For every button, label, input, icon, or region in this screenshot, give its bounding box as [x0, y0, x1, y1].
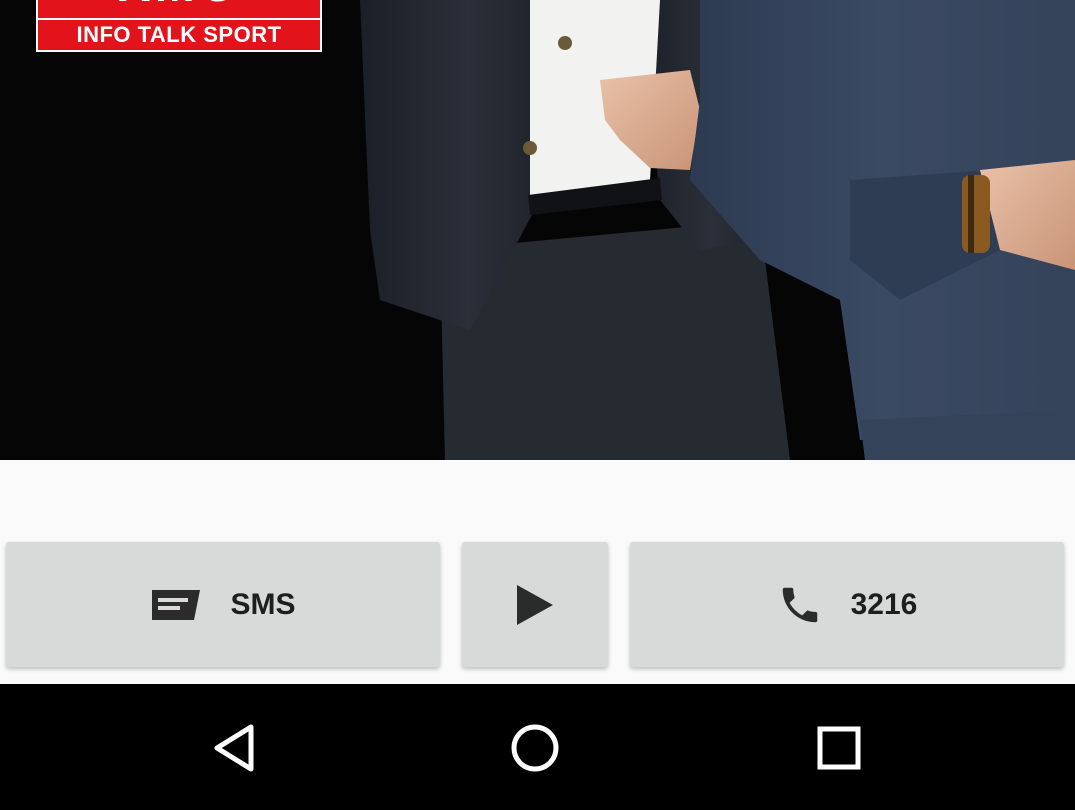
play-button[interactable] — [462, 542, 608, 667]
sms-label: SMS — [230, 587, 296, 621]
sms-button[interactable]: SMS — [6, 542, 440, 667]
rmc-logo: RMC INFO TALK SPORT — [36, 0, 322, 52]
message-icon — [150, 588, 202, 622]
presenters-photo — [0, 0, 1075, 460]
home-button[interactable] — [507, 720, 563, 776]
logo-tagline: INFO TALK SPORT — [38, 18, 320, 50]
system-nav-bar — [0, 684, 1075, 810]
action-bar: SMS 3216 — [0, 460, 1075, 684]
call-label: 3216 — [850, 587, 918, 621]
back-icon — [211, 723, 257, 773]
logo-brand: RMC — [38, 0, 320, 13]
recents-button[interactable] — [811, 720, 867, 776]
phone-icon — [777, 582, 823, 628]
play-icon — [515, 583, 555, 627]
back-button[interactable] — [206, 720, 262, 776]
hero-image: RMC INFO TALK SPORT — [0, 0, 1075, 460]
home-icon — [509, 722, 561, 774]
call-button[interactable]: 3216 — [630, 542, 1064, 667]
app-screen: RMC INFO TALK SPORT SMS — [0, 0, 1075, 810]
recents-icon — [816, 725, 862, 771]
